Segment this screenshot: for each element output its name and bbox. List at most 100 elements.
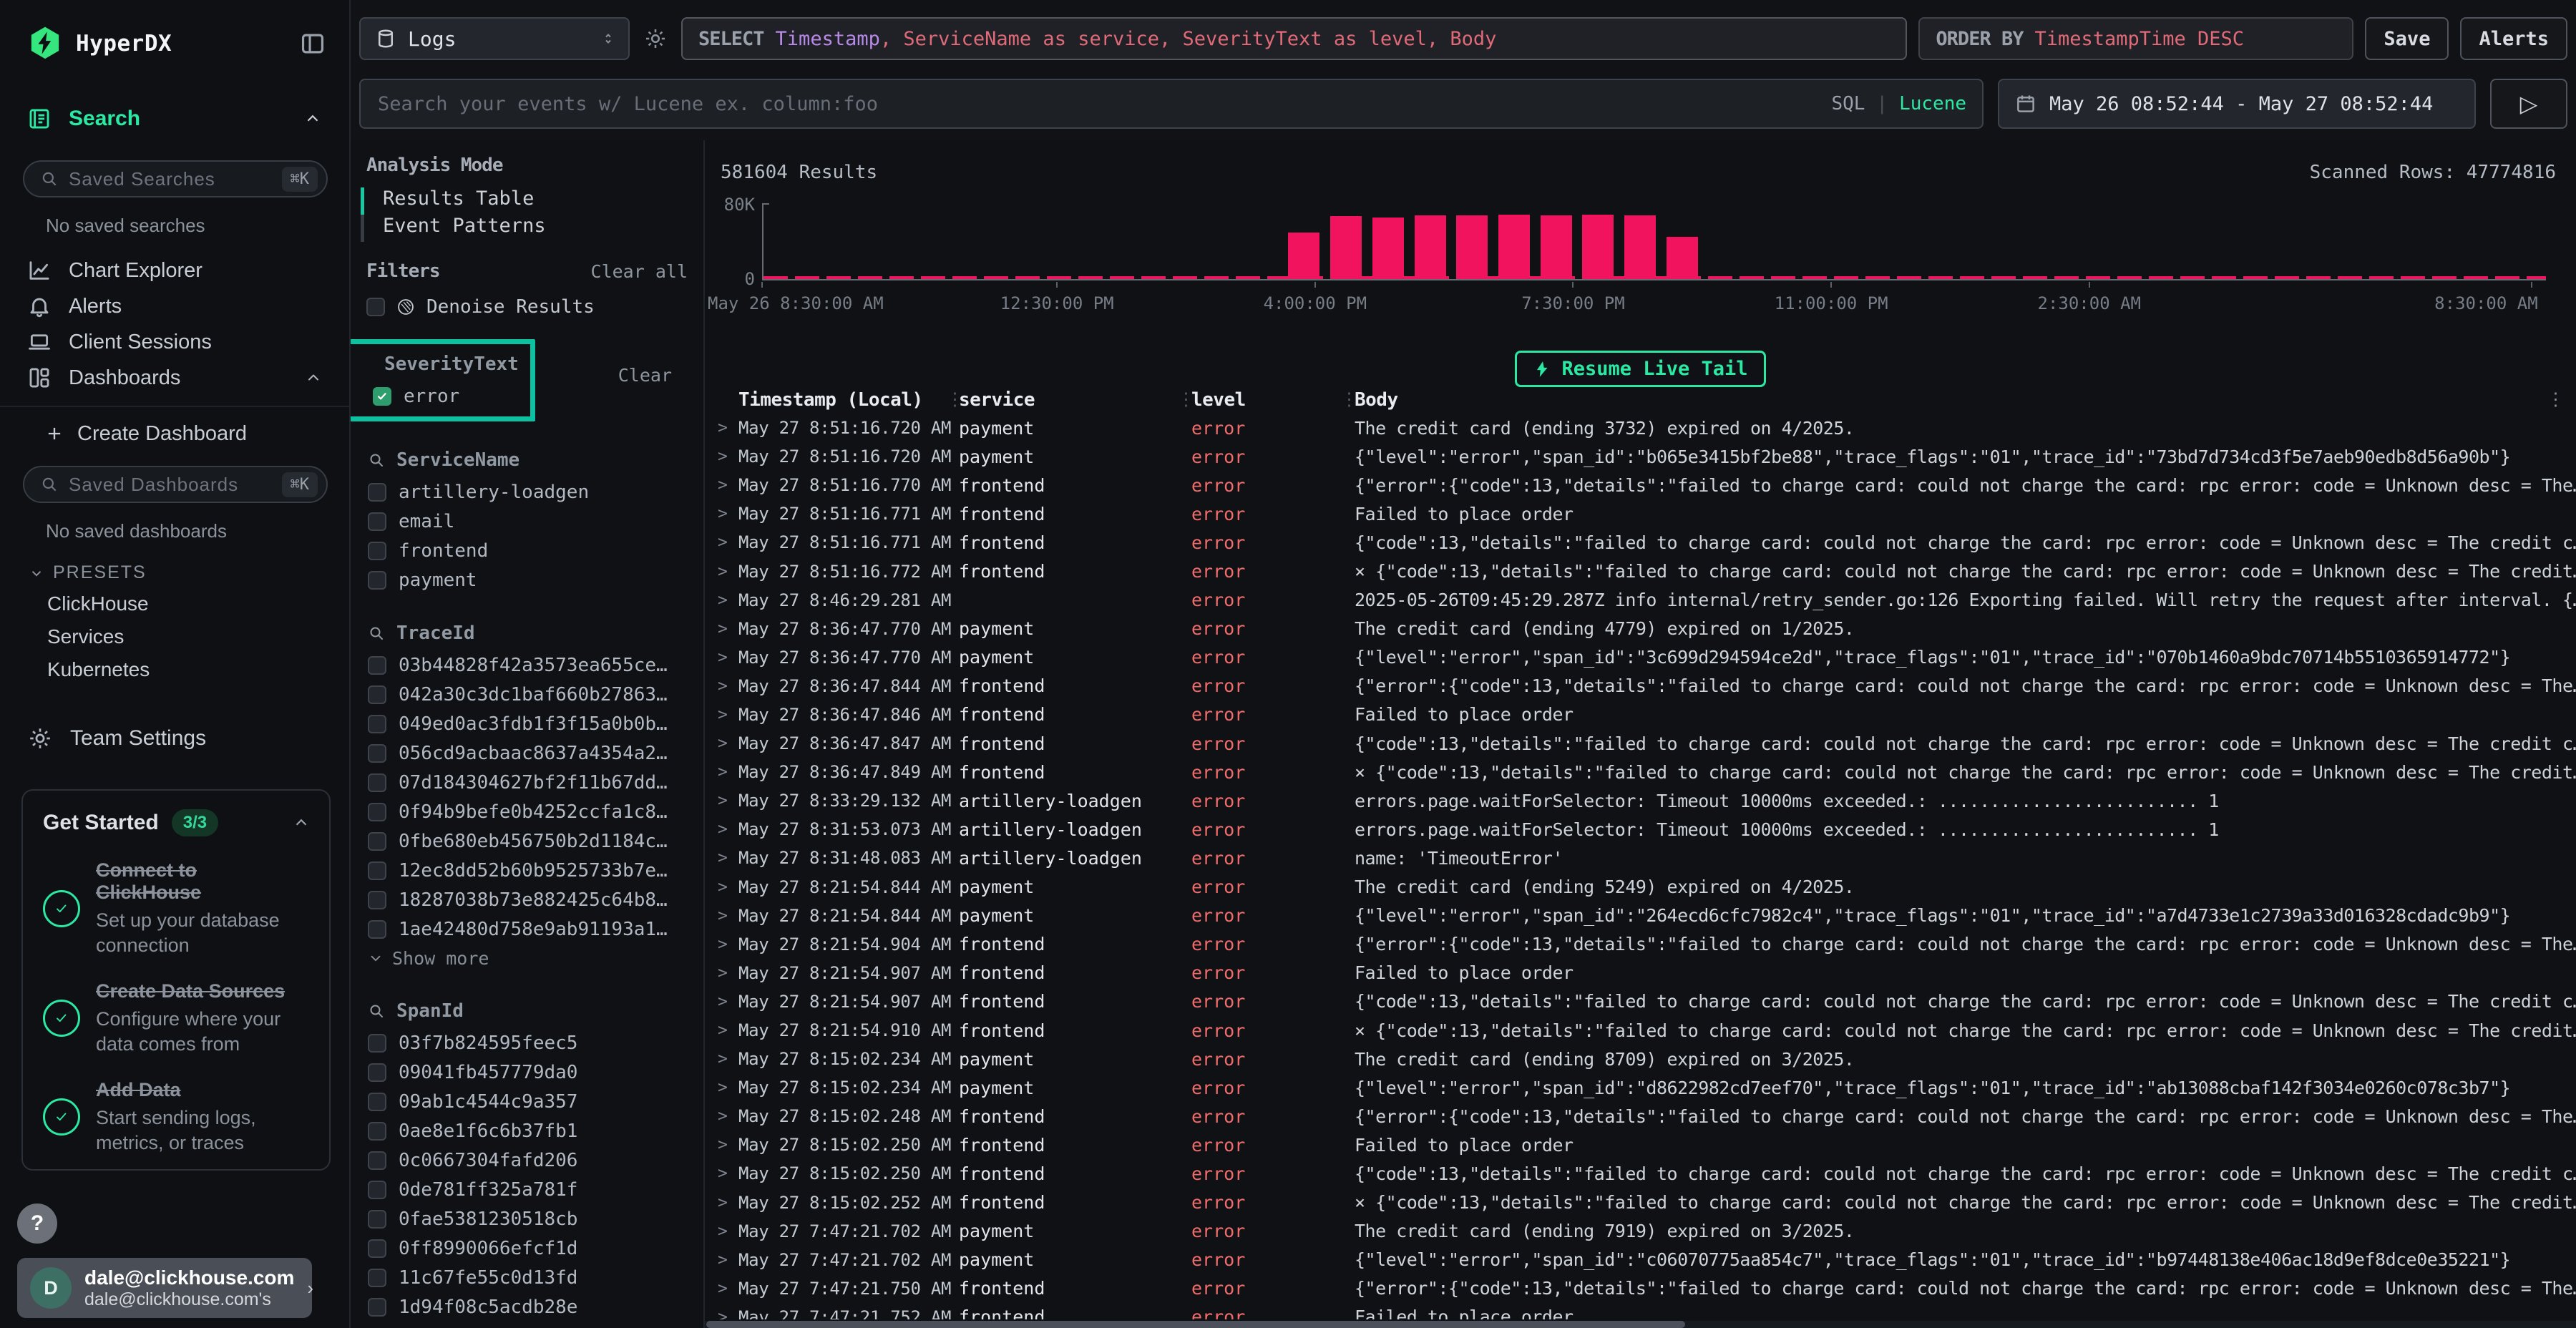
filter-checkbox-18287038b73e882425c64b8…[interactable] [368, 891, 386, 909]
table-row[interactable]: >May 27 7:47:21.702 AMpaymenterror{"leve… [705, 1246, 2576, 1274]
create-dashboard-button[interactable]: Create Dashboard [0, 414, 349, 453]
table-row[interactable]: >May 27 8:36:47.770 AMpaymenterrorThe cr… [705, 615, 2576, 643]
filter-checkbox-0ff8990066efcf1d[interactable] [368, 1239, 386, 1258]
table-row[interactable]: >May 27 8:21:54.904 AMfrontenderror{"err… [705, 930, 2576, 959]
expand-row-icon[interactable]: > [705, 677, 738, 695]
table-row[interactable]: >May 27 8:36:47.770 AMpaymenterror{"leve… [705, 643, 2576, 672]
histogram-bar[interactable] [1624, 215, 1656, 279]
table-row[interactable]: >May 27 7:47:21.752 AMfrontenderrorFaile… [705, 1303, 2576, 1319]
filter-checkbox-049ed0ac3fdb1f3f15a0b0b…[interactable] [368, 715, 386, 733]
table-row[interactable]: >May 27 8:21:54.910 AMfrontenderror× {"c… [705, 1016, 2576, 1045]
expand-row-icon[interactable]: > [705, 1251, 738, 1269]
column-drag-handle-icon[interactable]: ⋮ [1340, 389, 1358, 409]
search-input[interactable] [376, 92, 1831, 116]
denoise-checkbox[interactable] [366, 298, 385, 316]
filter-value-row[interactable]: 042a30c3dc1baf660b27863… [351, 680, 703, 709]
filter-value-row[interactable]: 0fbe680eb456750b2d1184c… [351, 826, 703, 856]
table-row[interactable]: >May 27 8:51:16.772 AMfrontenderror× {"c… [705, 557, 2576, 585]
filter-value-row[interactable]: payment [351, 565, 703, 595]
filter-value-row[interactable]: 049ed0ac3fdb1f3f15a0b0b… [351, 709, 703, 738]
expand-row-icon[interactable]: > [705, 504, 738, 523]
filter-checkbox-03b44828f42a3573ea655ce…[interactable] [368, 656, 386, 675]
table-row[interactable]: >May 27 8:21:54.844 AMpaymenterror{"leve… [705, 902, 2576, 930]
run-query-button[interactable]: ▷ [2490, 79, 2567, 129]
filter-checkbox-1ae42480d758e9ab91193a1…[interactable] [368, 920, 386, 939]
expand-row-icon[interactable]: > [705, 1308, 738, 1319]
chevron-up-icon[interactable] [292, 814, 311, 832]
filter-value-row[interactable]: artillery-loadgen [351, 477, 703, 507]
source-settings-gear-icon[interactable] [641, 17, 670, 60]
filter-value-row[interactable]: email [351, 507, 703, 536]
column-header-timestamp-local[interactable]: Timestamp (Local) [738, 389, 959, 411]
help-button[interactable]: ? [17, 1204, 57, 1244]
preset-item-clickhouse[interactable]: ClickHouse [0, 587, 349, 620]
column-drag-handle-icon[interactable]: ⋮ [1177, 389, 1195, 409]
filter-checkbox-email[interactable] [368, 512, 386, 531]
expand-row-icon[interactable]: > [705, 1279, 738, 1298]
order-by-input[interactable]: ORDER BYTimestampTime DESC [1918, 17, 2353, 60]
chevron-up-icon[interactable] [305, 369, 322, 386]
table-row[interactable]: >May 27 8:36:47.849 AMfrontenderror× {"c… [705, 758, 2576, 786]
table-row[interactable]: >May 27 8:31:53.073 AMartillery-loadgene… [705, 815, 2576, 844]
histogram-bar[interactable] [1288, 233, 1319, 279]
user-menu[interactable]: D dale@clickhouse.com dale@clickhouse.co… [17, 1258, 312, 1318]
filter-checkbox-056cd9acbaac8637a4354a2…[interactable] [368, 744, 386, 763]
table-row[interactable]: >May 27 8:15:02.252 AMfrontenderror× {"c… [705, 1188, 2576, 1217]
filter-value-row[interactable]: 12ec8dd52b60b9525733b7e… [351, 856, 703, 885]
filter-checkbox-0fae5381230518cb[interactable] [368, 1210, 386, 1229]
expand-row-icon[interactable]: > [705, 734, 738, 753]
filter-value-row[interactable]: 0ae8e1f6c6b37fb1 [351, 1116, 703, 1146]
table-row[interactable]: >May 27 8:51:16.771 AMfrontenderrorFaile… [705, 499, 2576, 528]
filter-value-row[interactable]: 18287038b73e882425c64b8… [351, 885, 703, 914]
sidebar-item-client-sessions[interactable]: Client Sessions [0, 324, 349, 360]
chevron-up-icon[interactable] [303, 109, 322, 128]
table-row[interactable]: >May 27 8:21:54.907 AMfrontenderror{"cod… [705, 987, 2576, 1016]
expand-row-icon[interactable]: > [705, 1078, 738, 1097]
histogram-bar[interactable] [1456, 215, 1488, 279]
filter-value-row[interactable]: 11c67fe55c0d13fd [351, 1263, 703, 1292]
filter-checkbox-0fbe680eb456750b2d1184c…[interactable] [368, 832, 386, 851]
expand-row-icon[interactable]: > [705, 591, 738, 610]
table-row[interactable]: >May 27 8:15:02.250 AMfrontenderrorFaile… [705, 1131, 2576, 1159]
expand-row-icon[interactable]: > [705, 447, 738, 466]
expand-row-icon[interactable]: > [705, 419, 738, 437]
filter-value-row[interactable]: 03f7b824595feec5 [351, 1028, 703, 1058]
expand-row-icon[interactable]: > [705, 1136, 738, 1154]
expand-row-icon[interactable]: > [705, 1164, 738, 1183]
filter-value-row[interactable]: 0c0667304fafd206 [351, 1146, 703, 1175]
table-row[interactable]: >May 27 8:46:29.281 AMerror2025-05-26T09… [705, 586, 2576, 615]
select-query-input[interactable]: SELECTTimestamp, ServiceName as service,… [681, 17, 1907, 60]
filter-checkbox-error[interactable] [373, 387, 391, 406]
filter-checkbox-09ab1c4544c9a357[interactable] [368, 1093, 386, 1111]
expand-row-icon[interactable]: > [705, 620, 738, 638]
expand-row-icon[interactable]: > [705, 476, 738, 494]
filter-checkbox-07d184304627bf2f11b67dd…[interactable] [368, 773, 386, 792]
column-drag-handle-icon[interactable]: ⋮ [946, 389, 964, 409]
sidebar-item-chart-explorer[interactable]: Chart Explorer [0, 253, 349, 288]
filter-checkbox-frontend[interactable] [368, 542, 386, 560]
analysis-tab-event-patterns[interactable]: Event Patterns [361, 215, 703, 242]
scrollbar-thumb[interactable] [706, 1321, 1685, 1328]
table-row[interactable]: >May 27 8:21:54.844 AMpaymenterrorThe cr… [705, 873, 2576, 902]
filter-value-row[interactable]: 0f94b9befe0b4252ccfa1c8… [351, 797, 703, 826]
table-row[interactable]: >May 27 7:47:21.702 AMpaymenterrorThe cr… [705, 1217, 2576, 1246]
filter-checkbox-0c0667304fafd206[interactable] [368, 1151, 386, 1170]
expand-row-icon[interactable]: > [705, 791, 738, 810]
sidebar-item-alerts[interactable]: Alerts [0, 288, 349, 324]
preset-item-services[interactable]: Services [0, 620, 349, 653]
filter-value-row[interactable]: 1d94f08c5acdb28e [351, 1292, 703, 1322]
get-started-header[interactable]: Get Started 3/3 [43, 809, 311, 836]
column-header-service[interactable]: service [959, 389, 1191, 411]
table-row[interactable]: >May 27 8:15:02.234 AMpaymenterror{"leve… [705, 1073, 2576, 1102]
filter-checkbox-0f94b9befe0b4252ccfa1c8…[interactable] [368, 803, 386, 821]
expand-row-icon[interactable]: > [705, 1193, 738, 1212]
clear-all-filters-link[interactable]: Clear all [591, 261, 688, 282]
filter-value-row[interactable]: 09041fb457779da0 [351, 1058, 703, 1087]
show-more-link[interactable]: Show more [351, 1322, 703, 1328]
expand-row-icon[interactable]: > [705, 878, 738, 897]
expand-row-icon[interactable]: > [705, 1050, 738, 1068]
presets-header[interactable]: PRESETS [29, 562, 349, 583]
table-row[interactable]: >May 27 8:51:16.770 AMfrontenderror{"err… [705, 471, 2576, 499]
filter-checkbox-09041fb457779da0[interactable] [368, 1063, 386, 1082]
show-more-link[interactable]: Show more [351, 944, 703, 972]
